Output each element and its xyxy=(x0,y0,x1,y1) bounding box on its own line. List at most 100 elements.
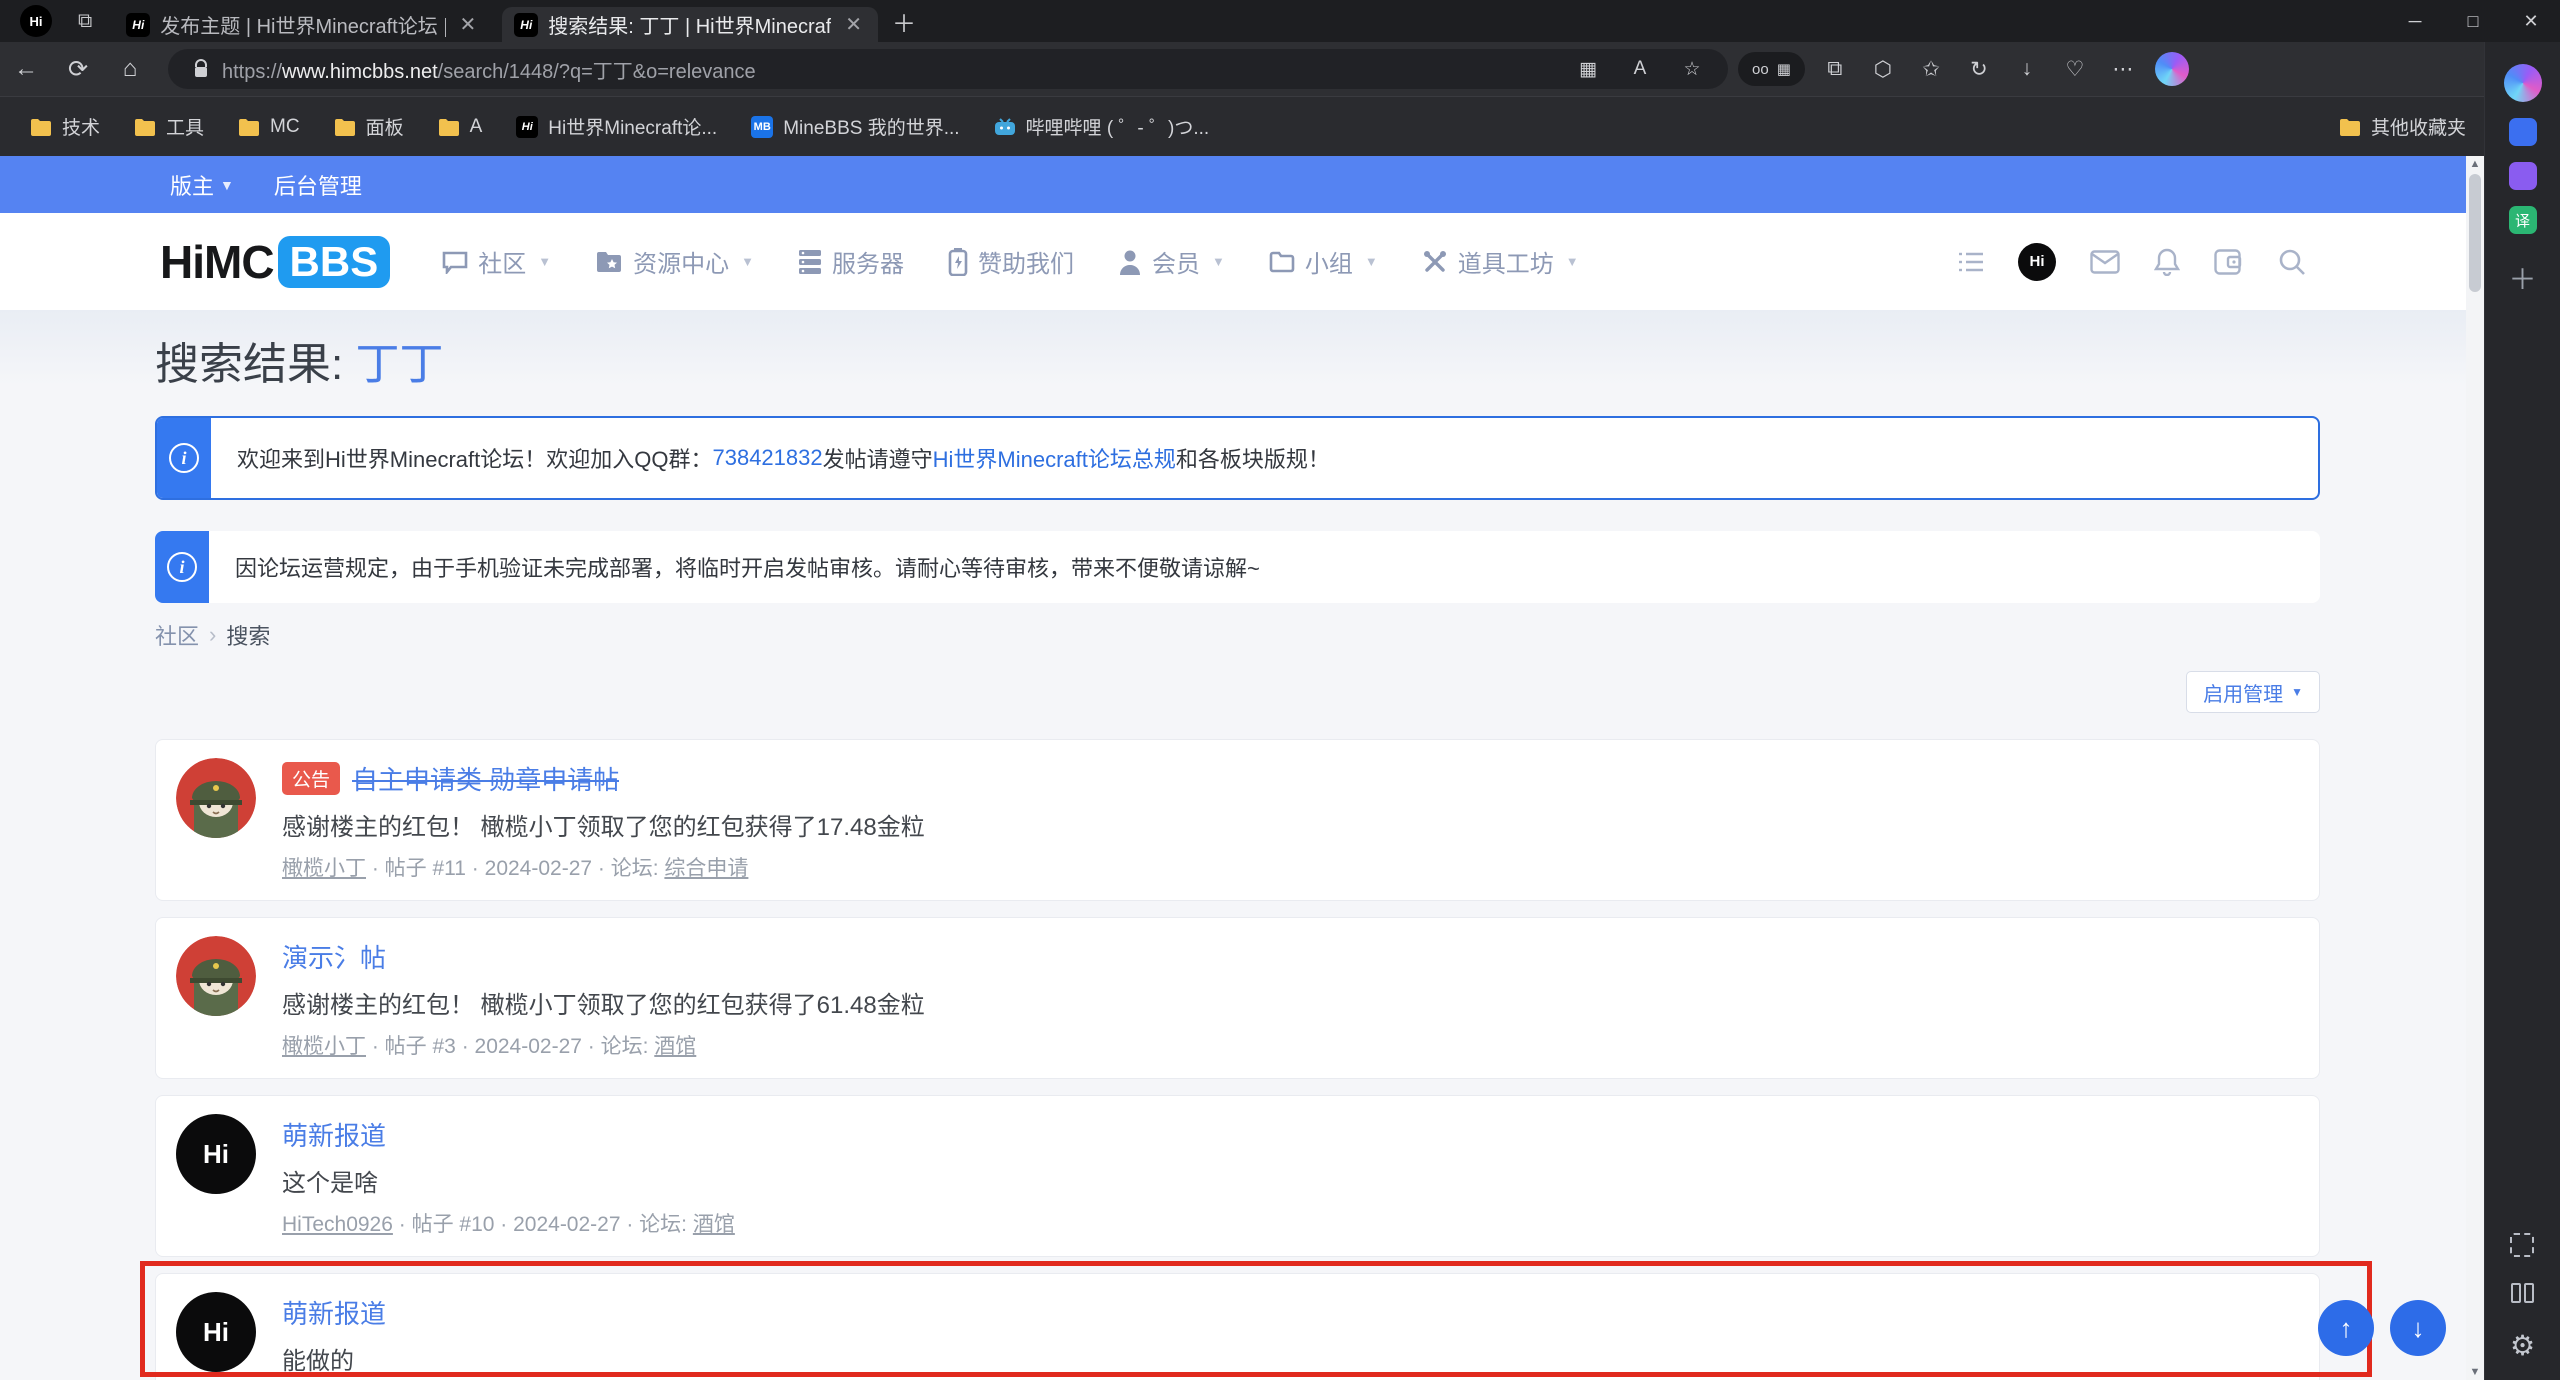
extension-badge[interactable]: oo▦ xyxy=(1738,52,1805,86)
scrollbar-down-arrow[interactable]: ▼ xyxy=(2470,1364,2481,1380)
nav-item-道具工坊[interactable]: 道具工坊 ▼ xyxy=(1422,244,1579,279)
meta-link[interactable]: HiTech0926 xyxy=(282,1213,393,1236)
extensions-icon[interactable]: ⬡ xyxy=(1859,47,1907,91)
folder-icon xyxy=(334,118,356,136)
scrollbar-up-arrow[interactable]: ▲ xyxy=(2470,156,2481,172)
battery-icon xyxy=(948,248,968,276)
apps-grid-icon[interactable]: ▦ xyxy=(1566,47,1610,91)
browser-profile-avatar[interactable]: Hi xyxy=(20,5,52,37)
notice-alert: i 因论坛运营规定，由于手机验证未完成部署，将临时开启发帖审核。请耐心等待审核，… xyxy=(155,531,2320,603)
minebbs-favicon: MB xyxy=(751,116,773,138)
browser-essentials-icon[interactable]: ♡ xyxy=(2051,47,2099,91)
url-text: https://www.himcbbs.net/search/1448/?q=丁… xyxy=(222,55,1566,84)
modbar-link[interactable]: 版主▼ xyxy=(170,169,234,201)
add-sidebar-app-icon[interactable]: ＋ xyxy=(2508,258,2536,298)
settings-gear-icon[interactable]: ⚙ xyxy=(2510,1329,2535,1362)
designer-icon[interactable] xyxy=(2509,162,2537,190)
meta-link[interactable]: 酒馆 xyxy=(693,1213,735,1236)
minimize-button[interactable]: ─ xyxy=(2386,0,2444,42)
bookmarks-bar: 技术 工具 MC 面板 A HiHi世界Minecraft论... MBMineBBS 我的… xyxy=(0,96,2560,156)
read-aloud-icon[interactable]: A xyxy=(1618,47,1662,91)
forum-logo[interactable]: HiMC BBS xyxy=(160,235,390,289)
m365-icon[interactable] xyxy=(2509,118,2537,146)
other-favorites[interactable]: 其他收藏夹 xyxy=(2339,113,2466,140)
bookmark-item[interactable]: MBMineBBS 我的世界... xyxy=(751,113,959,140)
folder-icon xyxy=(30,118,52,136)
result-title-link[interactable]: 自主申请类 勋章申请帖 xyxy=(352,760,619,797)
refresh-icon[interactable]: ⟳ xyxy=(52,47,104,91)
bookmark-item[interactable]: 技术 xyxy=(30,113,100,140)
bookmark-item[interactable]: 面板 xyxy=(334,113,404,140)
moderator-bar: 版主▼ 后台管理 xyxy=(0,156,2466,213)
home-icon[interactable]: ⌂ xyxy=(104,47,156,91)
nav-item-会员[interactable]: 会员 ▼ xyxy=(1118,244,1225,279)
result-snippet: 能做的 xyxy=(282,1341,2299,1376)
translate-icon[interactable]: 译 xyxy=(2509,206,2537,234)
avatar-hi[interactable]: Hi xyxy=(176,1114,256,1194)
tab-close-icon[interactable]: ✕ xyxy=(841,12,866,37)
split-window-icon[interactable] xyxy=(2511,1283,2534,1303)
breadcrumb-community-link[interactable]: 社区 xyxy=(155,619,199,651)
page-scrollbar[interactable]: ▲ ▼ xyxy=(2466,156,2484,1380)
list-icon[interactable] xyxy=(1958,251,1984,273)
tab-favicon: Hi xyxy=(126,13,150,37)
nav-item-赞助我们[interactable]: 赞助我们 xyxy=(948,244,1074,279)
scrollbar-thumb[interactable] xyxy=(2469,174,2481,292)
modbar-link[interactable]: 后台管理 xyxy=(274,169,362,201)
back-icon[interactable]: ← xyxy=(0,47,52,91)
screenshot-icon[interactable] xyxy=(2510,1233,2534,1257)
alert-link[interactable]: 738421832 xyxy=(712,445,822,471)
maximize-button[interactable]: □ xyxy=(2444,0,2502,42)
alert-text: 欢迎来到Hi世界Minecraft论坛！欢迎加入QQ群： 738421832 发… xyxy=(211,418,2318,498)
nav-item-社区[interactable]: 社区 ▼ xyxy=(442,244,551,279)
result-title-link[interactable]: 萌新报道 xyxy=(282,1294,386,1331)
bell-icon[interactable] xyxy=(2154,248,2180,276)
favorite-star-icon[interactable]: ☆ xyxy=(1670,47,1714,91)
more-options-icon[interactable]: ⋯ xyxy=(2099,47,2147,91)
browser-tab-2-active[interactable]: Hi 搜索结果: 丁丁 | Hi世界Minecraf ✕ xyxy=(502,7,878,42)
close-button[interactable]: ✕ xyxy=(2502,0,2560,42)
meta-link[interactable]: 橄榄小丁 xyxy=(282,857,366,880)
bookmark-item[interactable]: 工具 xyxy=(134,113,204,140)
new-tab-button[interactable]: ＋ xyxy=(892,4,916,39)
tab-title: 发布主题 | Hi世界Minecraft论坛 | xyxy=(160,10,445,39)
scroll-to-bottom-button[interactable]: ↓ xyxy=(2390,1300,2446,1356)
nav-item-小组[interactable]: 小组 ▼ xyxy=(1269,244,1378,279)
wallet-icon[interactable] xyxy=(2214,249,2244,275)
meta-link[interactable]: 橄榄小丁 xyxy=(282,1035,366,1058)
avatar-olive-soldier-cat[interactable] xyxy=(176,936,256,1016)
nav-item-服务器[interactable]: 服务器 xyxy=(798,244,904,279)
tools-icon xyxy=(1422,249,1448,275)
result-meta: 橄榄小丁 · 帖子 #3 · 2024-02-27 · 论坛: 酒馆 xyxy=(282,1030,2299,1060)
downloads-icon[interactable]: ↓ xyxy=(2003,47,2051,91)
chevron-down-icon: ▼ xyxy=(2291,685,2303,699)
collections-icon[interactable]: ✩ xyxy=(1907,47,1955,91)
copilot-icon[interactable] xyxy=(2155,52,2189,86)
avatar-olive-soldier-cat[interactable] xyxy=(176,758,256,838)
meta-link[interactable]: 综合申请 xyxy=(664,857,748,880)
tab-close-icon[interactable]: ✕ xyxy=(456,12,481,37)
bookmark-item[interactable]: 哔哩哔哩 ( ゜- ゜)つ... xyxy=(994,113,1210,140)
avatar-hi[interactable]: Hi xyxy=(176,1292,256,1372)
alert-link[interactable]: Hi世界Minecraft论坛总规 xyxy=(933,442,1176,474)
meta-link[interactable]: 酒馆 xyxy=(654,1035,696,1058)
result-title-link[interactable]: 演示氵帖 xyxy=(282,938,386,975)
history-icon[interactable]: ↻ xyxy=(1955,47,2003,91)
address-bar[interactable]: https://www.himcbbs.net/search/1448/?q=丁… xyxy=(168,49,1728,89)
copilot-sidebar-icon[interactable] xyxy=(2504,64,2542,102)
split-screen-icon[interactable]: ⧉ xyxy=(1811,47,1859,91)
mail-icon[interactable] xyxy=(2090,250,2120,274)
workspaces-icon[interactable]: ⧉ xyxy=(78,10,92,33)
enable-management-button[interactable]: 启用管理▼ xyxy=(2186,671,2320,713)
browser-tab-1[interactable]: Hi 发布主题 | Hi世界Minecraft论坛 | ✕ xyxy=(114,7,492,42)
user-avatar[interactable]: Hi xyxy=(2018,243,2056,281)
folder-icon xyxy=(2339,118,2361,136)
bookmark-item[interactable]: A xyxy=(438,116,483,138)
result-title-link[interactable]: 萌新报道 xyxy=(282,1116,386,1153)
search-icon[interactable] xyxy=(2278,248,2306,276)
scroll-to-top-button[interactable]: ↑ xyxy=(2318,1300,2374,1356)
bookmark-item[interactable]: MC xyxy=(238,116,300,138)
bookmark-item[interactable]: HiHi世界Minecraft论... xyxy=(516,113,717,140)
nav-item-资源中心[interactable]: 资源中心 ▼ xyxy=(595,244,754,279)
info-icon: i xyxy=(155,531,209,603)
